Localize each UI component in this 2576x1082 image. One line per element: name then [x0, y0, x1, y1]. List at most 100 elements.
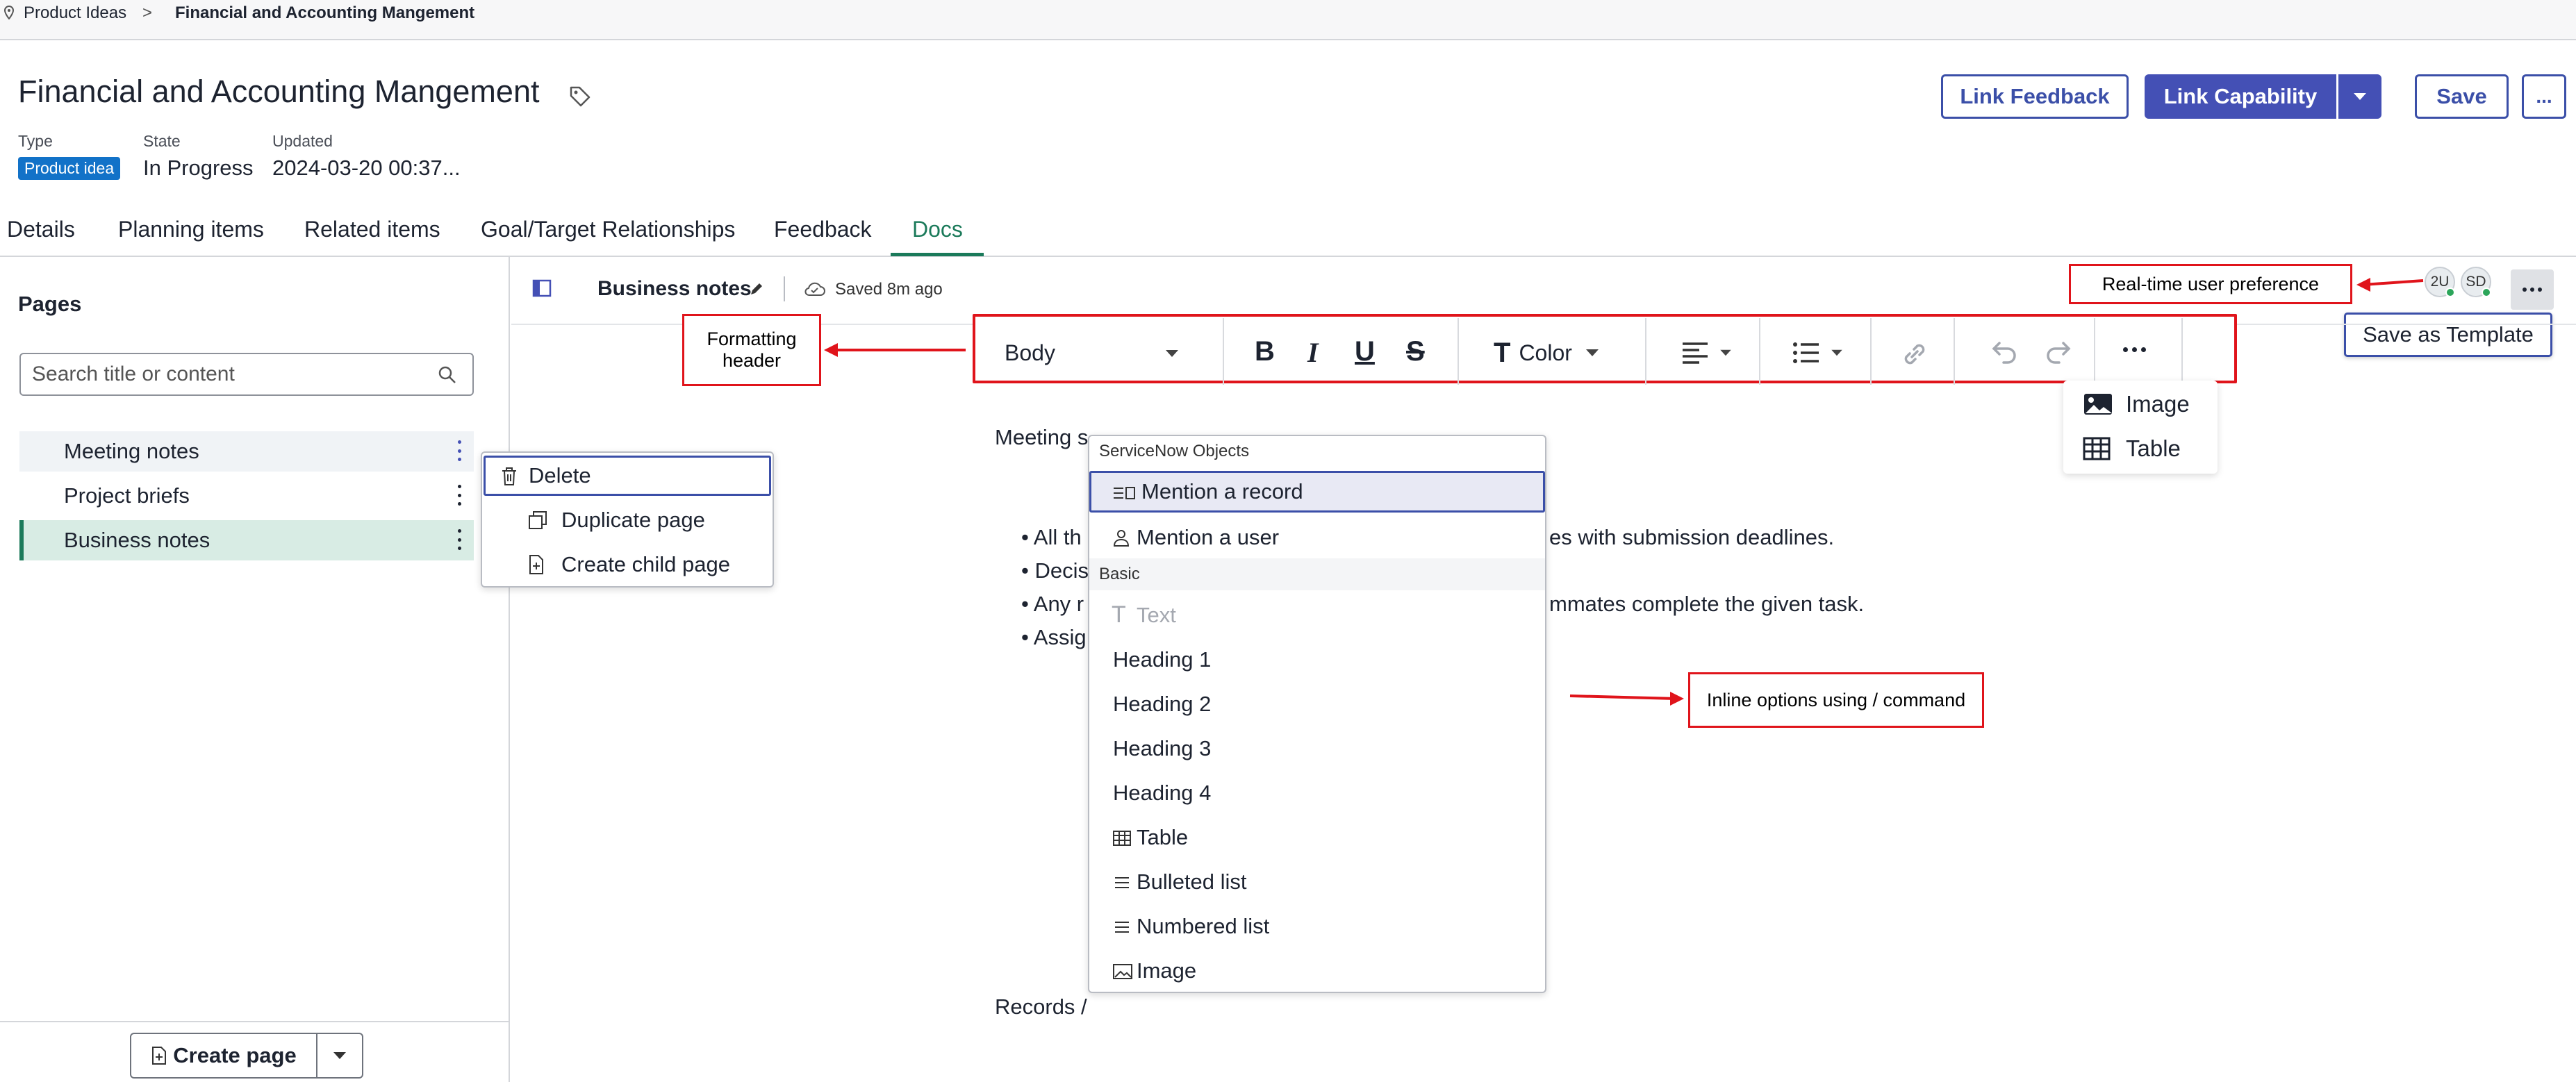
- page-item-meeting-notes[interactable]: Meeting notes: [19, 431, 474, 472]
- project-briefs-kebab-icon[interactable]: [456, 485, 463, 506]
- page-item-business-notes[interactable]: Business notes: [19, 520, 474, 560]
- italic-icon[interactable]: I: [1307, 336, 1319, 369]
- heading-2-menu-item[interactable]: Heading 2: [1113, 683, 1211, 725]
- avatar-initials: 2U: [2430, 274, 2450, 290]
- caret-down-icon: [1831, 349, 1842, 356]
- new-page-icon: [152, 1047, 167, 1065]
- insert-table-menu-item[interactable]: Table: [2083, 429, 2181, 468]
- insert-menu: Image Table: [2063, 381, 2218, 474]
- editor-more-button[interactable]: [2511, 269, 2554, 310]
- breadcrumb-root-link[interactable]: Product Ideas: [24, 3, 126, 23]
- menu-item-label: Table: [1137, 825, 1189, 849]
- page-item-project-briefs[interactable]: Project briefs: [19, 476, 474, 516]
- create-page-dropdown[interactable]: [316, 1033, 363, 1079]
- record-icon: [1114, 487, 1135, 499]
- state-value: In Progress: [143, 156, 254, 180]
- underline-icon[interactable]: U: [1355, 336, 1375, 367]
- cloud-saved-icon: [804, 282, 825, 296]
- text-menu-item[interactable]: T Text: [1089, 594, 1176, 636]
- doc-title[interactable]: Business notes: [597, 277, 752, 301]
- text-style-value: Body: [1005, 340, 1055, 365]
- tag-icon[interactable]: [568, 85, 592, 108]
- bullet-item[interactable]: • Decis: [1021, 558, 1089, 583]
- toolbar-separator: [1954, 318, 1955, 385]
- align-left-icon: [1683, 342, 1708, 364]
- image-icon: [1113, 964, 1132, 979]
- menu-item-label: Heading 3: [1113, 736, 1212, 760]
- menu-section-band: Basic: [1089, 558, 1545, 590]
- content-heading[interactable]: Meeting s: [995, 425, 1088, 450]
- list-button[interactable]: [1792, 339, 1844, 367]
- toolbar-more-button[interactable]: [2123, 347, 2146, 352]
- tab-planning-items[interactable]: Planning items: [118, 217, 264, 242]
- bullet-item-continued: es with submission deadlines.: [1549, 525, 1835, 549]
- caret-down-icon: [333, 1052, 346, 1059]
- bulleted-list-menu-item[interactable]: Bulleted list: [1089, 861, 1247, 903]
- insert-image-menu-item[interactable]: Image: [2083, 385, 2190, 424]
- table-menu-item[interactable]: Table: [1089, 817, 1188, 858]
- menu-item-label: Image: [1137, 958, 1197, 983]
- online-status-dot: [2445, 288, 2455, 297]
- delete-menu-item[interactable]: Delete: [484, 456, 771, 496]
- online-status-dot: [2482, 288, 2491, 297]
- toggle-sidebar-icon[interactable]: [532, 278, 552, 298]
- align-button[interactable]: [1681, 339, 1733, 367]
- search-input[interactable]: Search title or content: [19, 353, 474, 396]
- tab-details[interactable]: Details: [7, 217, 75, 242]
- page-context-menu: Delete Duplicate page Create child page: [481, 451, 774, 588]
- edit-pencil-icon[interactable]: [749, 281, 764, 297]
- caret-down-icon: [1166, 350, 1178, 357]
- link-capability-button[interactable]: Link Capability: [2145, 74, 2336, 119]
- duplicate-page-menu-item[interactable]: Duplicate page: [484, 500, 705, 540]
- menu-item-label: Create child page: [561, 552, 730, 576]
- create-child-page-menu-item[interactable]: Create child page: [484, 544, 730, 585]
- save-button[interactable]: Save: [2415, 74, 2509, 119]
- menu-item-label: Mention a record: [1141, 479, 1303, 503]
- tab-goal-target-relationships[interactable]: Goal/Target Relationships: [481, 217, 735, 242]
- bullet-item[interactable]: • Any r: [1021, 592, 1084, 617]
- bullet-text: Decis: [1034, 558, 1089, 583]
- meeting-notes-kebab-icon[interactable]: [456, 440, 463, 461]
- tab-related-items[interactable]: Related items: [304, 217, 440, 242]
- breadcrumb-current: Financial and Accounting Mangement: [175, 3, 475, 22]
- location-pin-icon: [4, 6, 14, 19]
- duplicate-icon: [529, 511, 547, 529]
- strikethrough-icon[interactable]: S: [1406, 336, 1425, 367]
- heading-4-menu-item[interactable]: Heading 4: [1113, 772, 1211, 814]
- text-color-button[interactable]: T Color: [1494, 333, 1600, 372]
- tab-feedback[interactable]: Feedback: [774, 217, 872, 242]
- more-actions-button[interactable]: ...: [2522, 74, 2566, 119]
- image-menu-item[interactable]: Image: [1089, 950, 1196, 992]
- table-icon: [1113, 831, 1131, 846]
- numbered-list-menu-item[interactable]: Numbered list: [1089, 906, 1269, 947]
- mention-user-menu-item[interactable]: Mention a user: [1089, 517, 1279, 558]
- toolbar-separator: [1645, 318, 1646, 385]
- menu-section-header: Basic: [1099, 565, 1140, 583]
- pages-sidebar: Pages Search title or content Meeting no…: [0, 257, 510, 1082]
- slash-command-line[interactable]: Records /: [995, 994, 1087, 1019]
- breadcrumb: Product Ideas > Financial and Accounting…: [0, 0, 2576, 40]
- undo-icon[interactable]: [1991, 340, 2019, 365]
- heading-3-menu-item[interactable]: Heading 3: [1113, 728, 1211, 769]
- link-capability-dropdown[interactable]: [2338, 74, 2381, 119]
- type-label: Type: [18, 132, 53, 150]
- create-page-button[interactable]: Create page: [130, 1033, 317, 1079]
- text-style-select[interactable]: Body: [1005, 333, 1185, 372]
- annotation-formatting-header: Formatting header: [682, 314, 821, 386]
- save-as-template-menu-item[interactable]: Save as Template: [2344, 313, 2552, 357]
- tab-docs[interactable]: Docs: [912, 217, 963, 242]
- menu-section-header: ServiceNow Objects: [1099, 442, 1250, 460]
- bullet-item[interactable]: • Assig: [1021, 625, 1087, 650]
- bold-icon[interactable]: B: [1255, 336, 1275, 367]
- redo-icon[interactable]: [2044, 340, 2072, 365]
- business-notes-kebab-icon[interactable]: [456, 529, 463, 550]
- mention-record-menu-item[interactable]: Mention a record: [1089, 471, 1545, 513]
- bullet-item[interactable]: • All th: [1021, 525, 1082, 550]
- link-feedback-button[interactable]: Link Feedback: [1941, 74, 2129, 119]
- annotation-inline-options: Inline options using / command: [1688, 672, 1984, 728]
- text-color-label: Color: [1519, 340, 1572, 365]
- create-page-label: Create page: [173, 1043, 297, 1067]
- numbered-list-icon: [1115, 922, 1129, 933]
- heading-1-menu-item[interactable]: Heading 1: [1113, 639, 1211, 681]
- link-icon[interactable]: [1899, 339, 1930, 369]
